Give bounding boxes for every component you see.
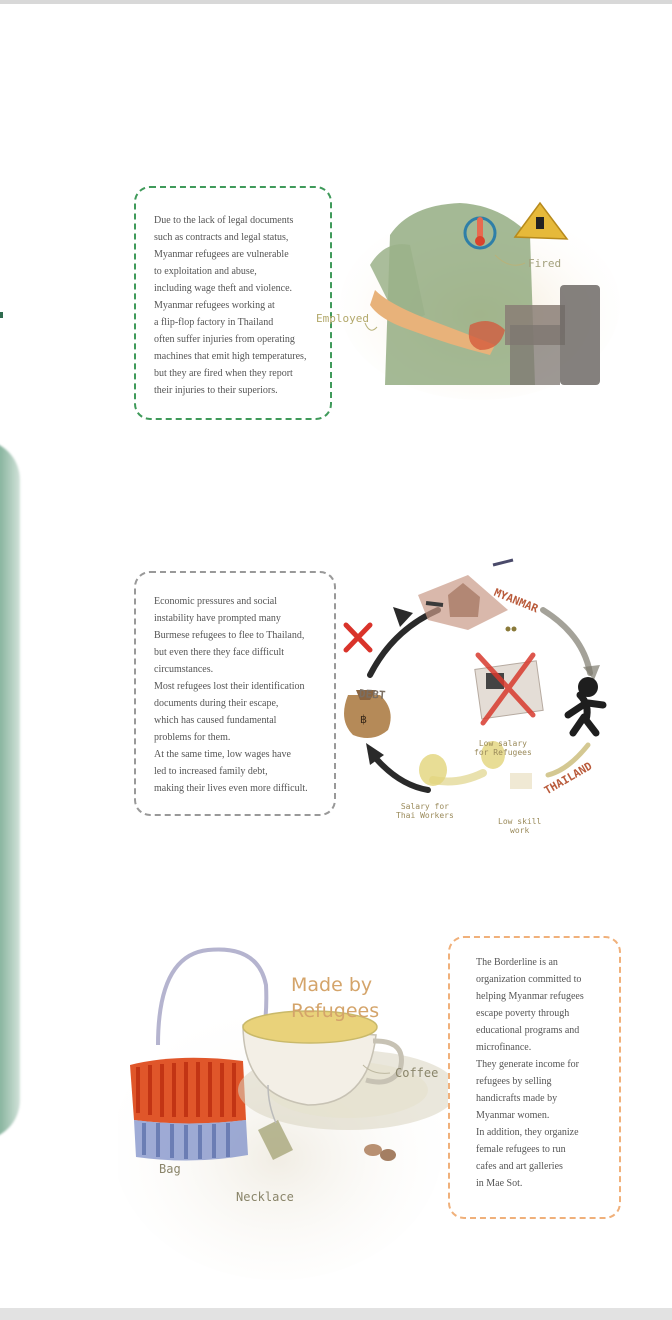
card3-line: female refugees to run [476, 1144, 566, 1155]
bag-label: Bag [159, 1162, 181, 1176]
card1-line: a flip-flop factory in Thailand [154, 317, 274, 328]
made-by-refugees-title: Made by Refugees [291, 972, 379, 1024]
card3-line: refugees by selling [476, 1076, 552, 1087]
necklace-label: Necklace [236, 1190, 294, 1204]
card1-line: Due to the lack of legal documents [154, 215, 294, 226]
card2-line: circumstances. [154, 664, 214, 675]
debt-cycle-card: Economic pressures and social instabilit… [134, 571, 336, 816]
card1-line: often suffer injuries from operating [154, 334, 295, 345]
low-skill-work-label: Low skill work [498, 817, 542, 835]
card1-line: but they are fired when they report [154, 368, 293, 379]
borderline-organization-card: The Borderline is an organization commit… [448, 936, 621, 1219]
card3-line: They generate income for [476, 1059, 580, 1070]
coffee-label: Coffee [395, 1066, 439, 1080]
card3-line: educational programs and [476, 1025, 580, 1036]
salary-thai-workers-label: Salary for Thai Workers [396, 802, 454, 820]
svg-text:฿: ฿ [360, 713, 367, 726]
fired-label: Fired [528, 257, 562, 270]
card1-line: including wage theft and violence. [154, 283, 293, 294]
handicraft-products-illustration [118, 947, 448, 1280]
card1-line: their injuries to their superiors. [154, 385, 278, 396]
bottom-border [0, 1308, 672, 1320]
card2-line: but even there they face difficult [154, 647, 285, 658]
employed-label: Employed [316, 312, 369, 325]
edge-mark [0, 312, 3, 318]
card3-line: microfinance. [476, 1042, 532, 1053]
card1-line: Myanmar refugees are vulnerable [154, 249, 289, 260]
made-by-title-line2: Refugees [291, 1000, 380, 1022]
card3-line: helping Myanmar refugees [476, 991, 584, 1002]
card2-line: At the same time, low wages have [154, 749, 291, 760]
card3-line: Myanmar women. [476, 1110, 550, 1121]
card3-line: organization committed to [476, 974, 582, 985]
card1-line: such as contracts and legal status, [154, 232, 289, 243]
made-by-title-line1: Made by [291, 974, 373, 996]
card2-line: Most refugees lost their identification [154, 681, 305, 692]
card2-line: led to increased family debt, [154, 766, 268, 777]
card1-line: Myanmar refugees working at [154, 300, 275, 311]
factory-worker-illustration [340, 201, 620, 400]
card3-line: in Mae Sot. [476, 1178, 523, 1189]
card3-line: The Borderline is an [476, 957, 558, 968]
card2-line: problems for them. [154, 732, 231, 743]
card2-line: Burmese refugees to flee to Thailand, [154, 630, 305, 641]
green-watercolor-stroke [0, 440, 20, 1140]
debt-label: DEBT [358, 687, 386, 702]
top-border [0, 0, 672, 4]
card2-line: which has caused fundamental [154, 715, 277, 726]
card2-line: Economic pressures and social [154, 596, 278, 607]
card1-line: to exploitation and abuse, [154, 266, 257, 277]
legal-status-card: Due to the lack of legal documents such … [134, 186, 332, 420]
card1-line: machines that emit high temperatures, [154, 351, 307, 362]
card2-line: making their lives even more difficult. [154, 783, 308, 794]
card2-line: instability have prompted many [154, 613, 281, 624]
card3-line: cafes and art galleries [476, 1161, 563, 1172]
low-salary-refugees-label: Low salary for Refugees [474, 739, 532, 757]
card3-line: In addition, they organize [476, 1127, 579, 1138]
card3-line: escape poverty through [476, 1008, 570, 1019]
card2-line: documents during their escape, [154, 698, 279, 709]
card3-line: handicrafts made by [476, 1093, 558, 1104]
